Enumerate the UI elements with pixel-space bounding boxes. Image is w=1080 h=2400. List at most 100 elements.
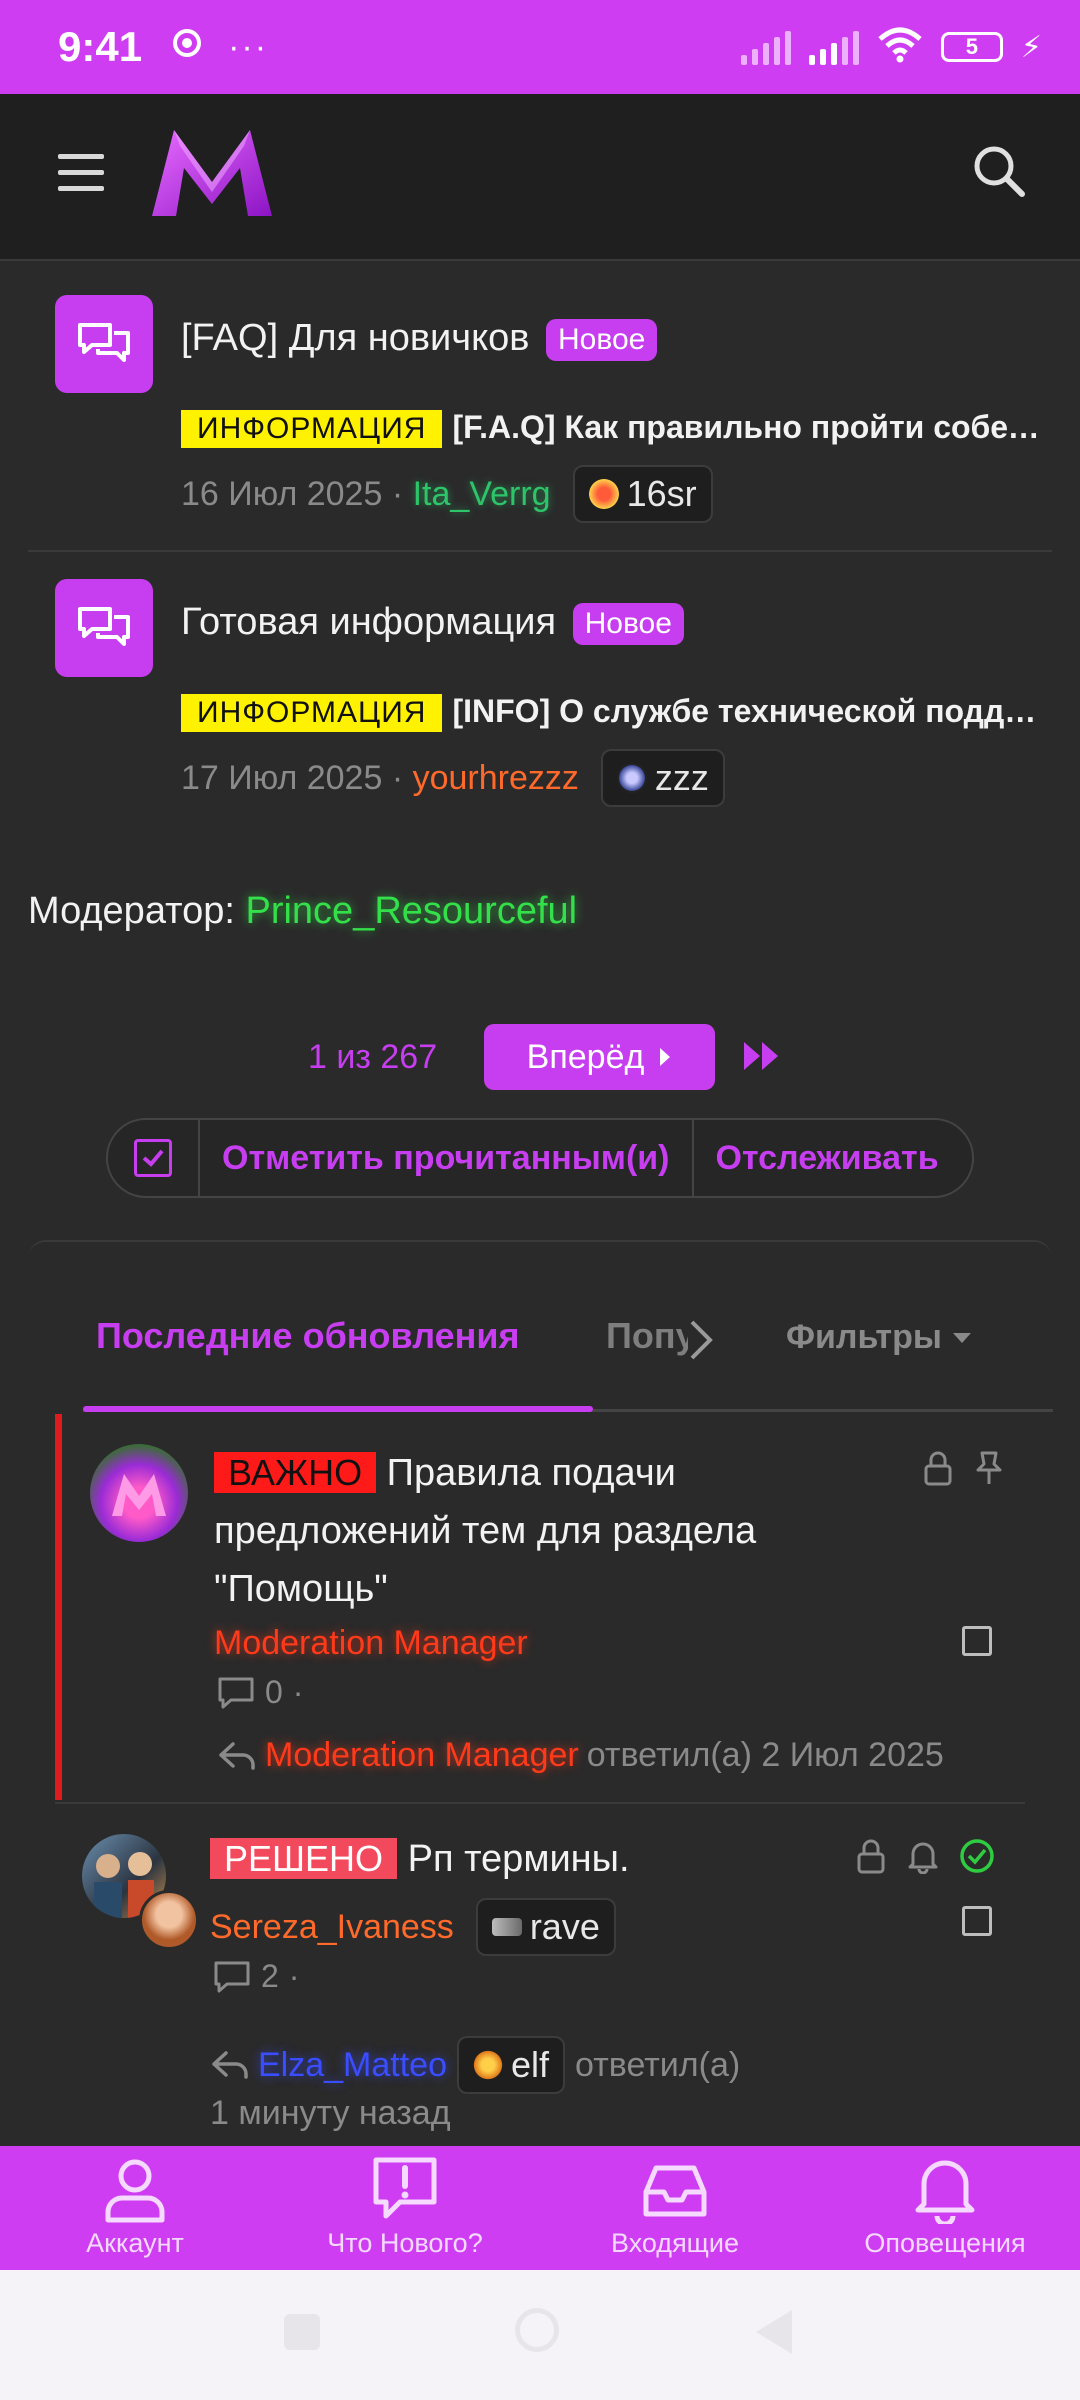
user-chip: 16sr bbox=[572, 465, 713, 523]
forum-node[interactable]: Готовая информация Новое ИНФОРМАЦИЯ [INFO… bbox=[28, 579, 1052, 819]
node-title[interactable]: [FAQ] Для новичков bbox=[181, 317, 529, 359]
secondary-avatar[interactable] bbox=[139, 1890, 199, 1950]
node-user[interactable]: Ita_Verrg bbox=[413, 475, 551, 514]
node-user[interactable]: yourhrezzz bbox=[413, 759, 579, 798]
forum-comments-icon bbox=[55, 295, 153, 393]
chip-label: rave bbox=[529, 1906, 600, 1947]
last-reply-time: 1 минуту назад bbox=[210, 2094, 451, 2132]
thread-select-checkbox[interactable] bbox=[962, 1906, 992, 1936]
chevron-right-icon[interactable] bbox=[688, 1318, 714, 1362]
avatar[interactable] bbox=[90, 1444, 188, 1542]
user-icon bbox=[105, 2159, 165, 2223]
new-badge: Новое bbox=[572, 602, 684, 645]
forum-node[interactable]: [FAQ] Для новичков Новое ИНФОРМАЦИЯ [F.A.… bbox=[28, 295, 1052, 535]
bell-icon bbox=[915, 2160, 975, 2224]
moderator-label: Модератор: bbox=[28, 890, 235, 932]
page-indicator[interactable]: 1 из 267 bbox=[308, 1038, 437, 1077]
app-header bbox=[0, 94, 1080, 261]
meta-separator: · bbox=[382, 758, 413, 797]
comment-icon bbox=[214, 1961, 250, 1992]
chip-label: 16sr bbox=[626, 473, 697, 514]
next-page-button[interactable]: Вперёд bbox=[484, 1024, 715, 1090]
lock-icon bbox=[924, 1451, 952, 1486]
thread-author[interactable]: Sereza_Ivaness bbox=[210, 1908, 454, 1947]
node-last-thread[interactable]: ИНФОРМАЦИЯ [INFO] О службе технической по… bbox=[181, 693, 1041, 732]
rocket-icon bbox=[588, 479, 619, 509]
mark-read-button[interactable]: Отметить прочитанным(и) bbox=[200, 1120, 694, 1196]
logo-icon[interactable] bbox=[148, 124, 276, 228]
nav-inbox[interactable]: Входящие bbox=[540, 2146, 810, 2270]
thread-item[interactable]: ВАЖНО Правила подачи предложений тем для… bbox=[55, 1414, 1025, 1800]
chip-label: zzz bbox=[654, 757, 709, 798]
node-date: 16 Июл 2025 bbox=[181, 474, 383, 513]
divider bbox=[55, 1802, 1025, 1804]
new-badge: Новое bbox=[546, 318, 658, 361]
user-chip: rave bbox=[475, 1898, 616, 1956]
last-thread-title[interactable]: [F.A.Q] Как правильно пройти собеседован… bbox=[452, 409, 1041, 445]
user-chip: elf bbox=[457, 2036, 566, 2094]
filters-dropdown[interactable]: Фильтры bbox=[786, 1318, 972, 1357]
prefix-important: ВАЖНО bbox=[214, 1452, 377, 1493]
last-thread-title[interactable]: [INFO] О службе технической поддержки bbox=[452, 693, 1041, 729]
system-navigation-bar bbox=[0, 2270, 1080, 2400]
thread-select-checkbox[interactable] bbox=[962, 1626, 992, 1656]
thread-tabs: Последние обновления Популярные Фильтры bbox=[28, 1290, 1053, 1412]
home-button[interactable] bbox=[515, 2308, 559, 2352]
elf-icon bbox=[473, 2050, 503, 2080]
nav-account[interactable]: Аккаунт bbox=[0, 2146, 270, 2270]
signal-icon bbox=[740, 29, 791, 65]
user-chip: zzz bbox=[600, 749, 725, 807]
last-reply-user[interactable]: Elza_Matteo bbox=[258, 2046, 447, 2085]
thread-title[interactable]: Рп термины. bbox=[408, 1838, 630, 1880]
nav-whats-new-label: Что Нового? bbox=[327, 2228, 483, 2258]
last-reply-text: ответил(а) bbox=[575, 2045, 741, 2084]
meta-separator: · bbox=[382, 474, 413, 513]
chrome-icon bbox=[172, 28, 202, 67]
thread-item[interactable]: РЕШЕНО Рп термины. Sereza_Ivaness rave 2… bbox=[55, 1806, 1025, 2136]
moderator-name[interactable]: Prince_Resourceful bbox=[245, 890, 577, 932]
status-bar: 9:41 ··· 5 ⚡ bbox=[0, 0, 1080, 94]
check-circle-icon bbox=[960, 1839, 994, 1873]
car-icon bbox=[491, 1918, 522, 1936]
tab-popular[interactable]: Популярные bbox=[606, 1315, 688, 1357]
nav-alerts[interactable]: Оповещения bbox=[810, 2146, 1080, 2270]
status-time: 9:41 bbox=[58, 23, 143, 70]
lock-icon bbox=[857, 1839, 885, 1874]
node-title[interactable]: Готовая информация bbox=[181, 601, 556, 643]
inbox-icon bbox=[643, 2165, 707, 2217]
select-all-toggle[interactable] bbox=[108, 1120, 200, 1196]
divider bbox=[28, 550, 1052, 552]
pin-icon bbox=[976, 1451, 1002, 1484]
reply-count: 2 bbox=[261, 1958, 279, 1994]
chevron-down-icon bbox=[952, 1332, 971, 1343]
watch-button[interactable]: Отслеживать bbox=[694, 1120, 961, 1196]
charging-icon: ⚡ bbox=[1020, 30, 1042, 64]
last-reply-text: ответил(а) 2 Июл 2025 bbox=[586, 1736, 944, 1774]
prefix-label: ИНФОРМАЦИЯ bbox=[181, 694, 443, 732]
recents-button[interactable] bbox=[284, 2314, 320, 2350]
node-last-thread[interactable]: ИНФОРМАЦИЯ [F.A.Q] Как правильно пройти с… bbox=[181, 409, 1041, 448]
stat-separator: · bbox=[292, 1674, 304, 1710]
emblem-icon bbox=[616, 763, 647, 793]
moderator-line: Модератор: Prince_Resourceful bbox=[28, 890, 577, 933]
comment-icon bbox=[218, 1677, 254, 1708]
more-notifications-icon: ··· bbox=[228, 27, 269, 66]
nav-account-label: Аккаунт bbox=[86, 2228, 184, 2258]
reply-count: 0 bbox=[265, 1674, 283, 1710]
reply-icon bbox=[212, 2051, 248, 2079]
thread-author[interactable]: Moderation Manager bbox=[214, 1624, 528, 1663]
alert-message-icon bbox=[373, 2157, 437, 2219]
tab-latest[interactable]: Последние обновления bbox=[96, 1315, 520, 1357]
forum-comments-icon bbox=[55, 579, 153, 677]
menu-icon[interactable] bbox=[58, 154, 104, 202]
pagination: 1 из 267 Вперёд bbox=[0, 1024, 1080, 1090]
last-reply-user[interactable]: Moderation Manager bbox=[265, 1736, 579, 1775]
stat-separator: · bbox=[288, 1958, 300, 1994]
prefix-solved: РЕШЕНО bbox=[210, 1838, 398, 1879]
search-icon[interactable] bbox=[970, 142, 1028, 200]
last-page-icon[interactable] bbox=[742, 1038, 782, 1074]
wifi-icon bbox=[877, 27, 923, 68]
nav-whats-new[interactable]: Что Нового? bbox=[270, 2146, 540, 2270]
active-tab-indicator bbox=[83, 1406, 593, 1412]
back-button[interactable] bbox=[756, 2310, 792, 2354]
